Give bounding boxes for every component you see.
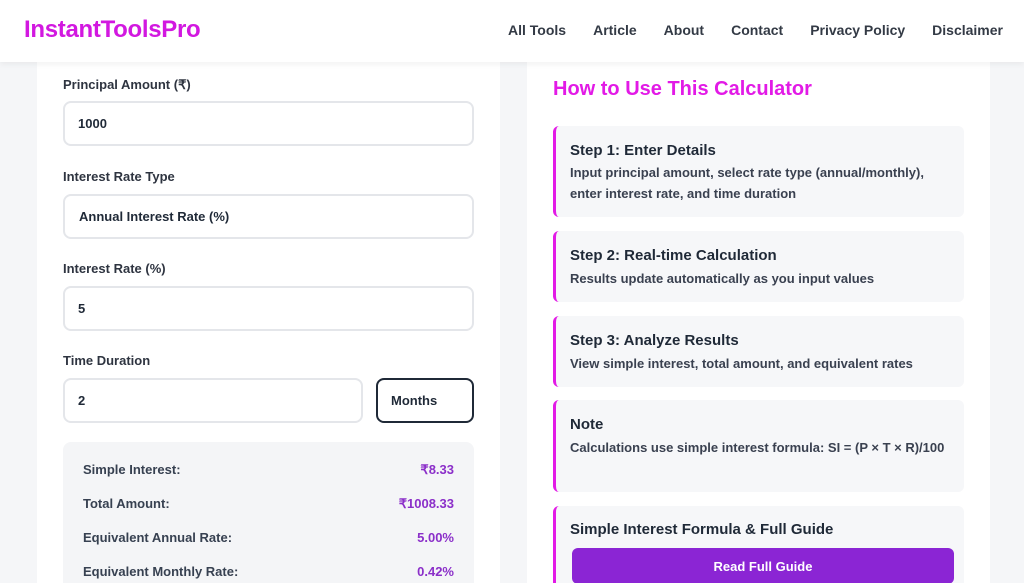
step-card-3: Step 3: Analyze Results View simple inte… — [553, 316, 964, 387]
step-description: Results update automatically as you inpu… — [570, 271, 875, 286]
result-label: Equivalent Annual Rate: — [83, 530, 233, 545]
guide-card: How to Use This Calculator Step 1: Enter… — [527, 62, 990, 583]
result-value: ₹8.33 — [420, 462, 454, 477]
result-value: 5.00% — [417, 530, 454, 545]
nav-link-article[interactable]: Article — [593, 22, 637, 38]
top-navbar: InstantToolsPro All Tools Article About … — [0, 0, 1024, 62]
note-description: Calculations use simple interest formula… — [570, 440, 945, 455]
step-title: Step 3: Analyze Results — [570, 332, 739, 349]
result-row-annual-rate: Equivalent Annual Rate: 5.00% — [83, 530, 454, 550]
result-value: 0.42% — [417, 564, 454, 579]
read-full-guide-button[interactable]: Read Full Guide — [572, 548, 954, 583]
site-logo[interactable]: InstantToolsPro — [24, 16, 201, 44]
result-row-total-amount: Total Amount: ₹1008.33 — [83, 496, 454, 516]
step-title: Step 1: Enter Details — [570, 142, 716, 159]
step-description: Input principal amount, select rate type… — [570, 165, 924, 201]
main-nav: All Tools Article About Contact Privacy … — [508, 22, 1003, 38]
step-title: Step 2: Real-time Calculation — [570, 247, 777, 264]
duration-unit-select[interactable]: Months — [376, 378, 474, 423]
results-panel: Simple Interest: ₹8.33 Total Amount: ₹10… — [63, 442, 474, 583]
nav-link-contact[interactable]: Contact — [731, 22, 783, 38]
duration-input[interactable] — [63, 378, 363, 423]
result-label: Simple Interest: — [83, 462, 181, 477]
nav-link-about[interactable]: About — [664, 22, 704, 38]
duration-label: Time Duration — [63, 353, 151, 368]
formula-guide-card: Simple Interest Formula & Full Guide Rea… — [553, 506, 964, 583]
calculator-card: Principal Amount (₹) Interest Rate Type … — [37, 62, 500, 583]
result-value: ₹1008.33 — [398, 496, 454, 511]
step-description: View simple interest, total amount, and … — [570, 356, 913, 371]
principal-input[interactable] — [63, 101, 474, 146]
rate-type-select[interactable]: Annual Interest Rate (%) — [63, 194, 474, 239]
nav-link-all-tools[interactable]: All Tools — [508, 22, 566, 38]
result-row-simple-interest: Simple Interest: ₹8.33 — [83, 462, 454, 482]
step-card-2: Step 2: Real-time Calculation Results up… — [553, 231, 964, 302]
result-label: Equivalent Monthly Rate: — [83, 564, 239, 579]
note-card: Note Calculations use simple interest fo… — [553, 400, 964, 492]
guide-title: How to Use This Calculator — [553, 78, 812, 100]
interest-rate-label: Interest Rate (%) — [63, 261, 166, 276]
step-card-1: Step 1: Enter Details Input principal am… — [553, 126, 964, 217]
result-label: Total Amount: — [83, 496, 170, 511]
nav-link-privacy-policy[interactable]: Privacy Policy — [810, 22, 905, 38]
note-title: Note — [570, 416, 604, 433]
nav-link-disclaimer[interactable]: Disclaimer — [932, 22, 1003, 38]
principal-label: Principal Amount (₹) — [63, 77, 191, 92]
interest-rate-input[interactable] — [63, 286, 474, 331]
formula-guide-title: Simple Interest Formula & Full Guide — [570, 521, 834, 538]
result-row-monthly-rate: Equivalent Monthly Rate: 0.42% — [83, 564, 454, 583]
rate-type-label: Interest Rate Type — [63, 169, 175, 184]
